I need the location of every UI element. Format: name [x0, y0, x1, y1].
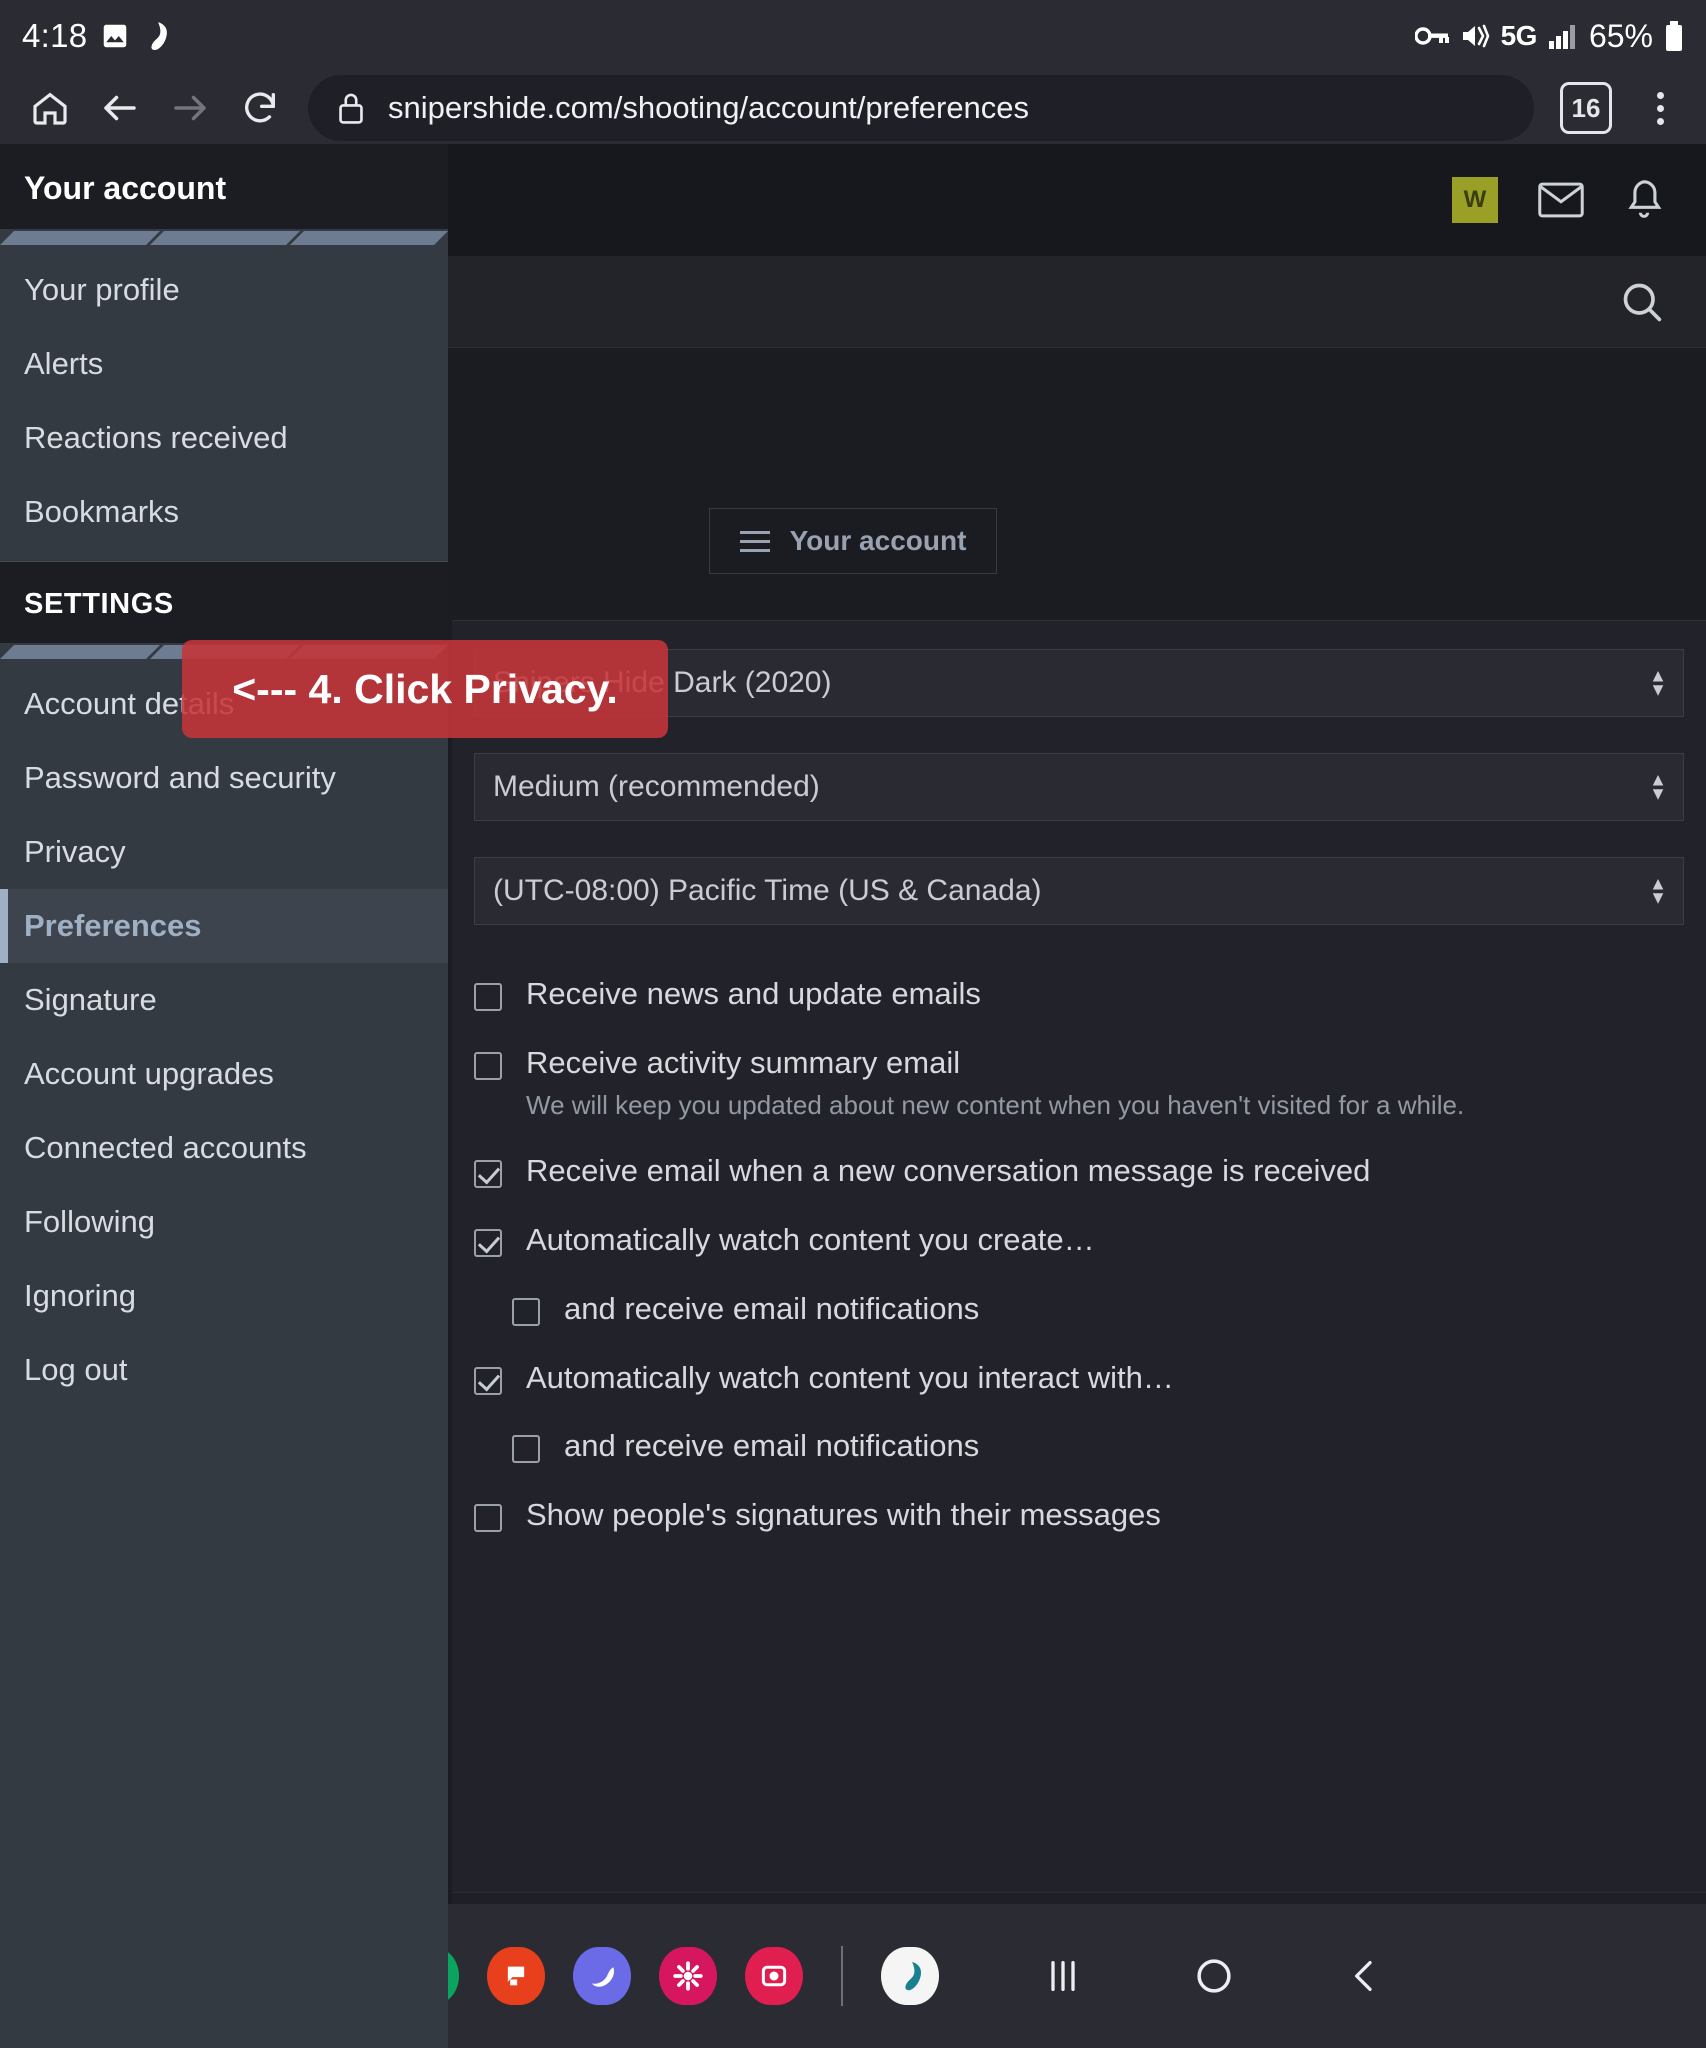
timezone-select-value: (UTC-08:00) Pacific Time (US & Canada) — [493, 874, 1042, 907]
search-icon[interactable] — [1620, 280, 1664, 324]
preference-checkbox-list: Receive news and update emails Receive ac… — [452, 961, 1706, 1535]
annotation-callout: <--- 4. Click Privacy. — [182, 640, 668, 738]
lock-icon — [336, 91, 366, 125]
drawer-item-connected-accounts[interactable]: Connected accounts — [0, 1111, 448, 1185]
drawer-account-title: Your account — [0, 144, 448, 229]
save-bar: SAVE — [452, 1892, 1706, 1904]
drawer-item-account-upgrades[interactable]: Account upgrades — [0, 1037, 448, 1111]
back-key[interactable] — [1345, 1956, 1385, 1996]
checkbox-label: Receive email when a new conversation me… — [526, 1153, 1371, 1189]
chevron-updown-icon: ▲ ▼ — [1649, 665, 1667, 699]
bell-icon[interactable] — [1624, 178, 1664, 222]
network-type-label: 5G — [1500, 20, 1538, 51]
checkbox-label: Show people's signatures with their mess… — [526, 1497, 1161, 1533]
checkbox-row[interactable]: and receive email notifications — [512, 1427, 1684, 1466]
browser-icon[interactable] — [573, 1947, 631, 2005]
checkbox-label: Automatically watch content you interact… — [526, 1359, 1174, 1395]
checkbox-label: Receive news and update emails — [526, 976, 981, 1011]
status-bar-left: 4:18 — [22, 17, 169, 55]
omnibox[interactable]: snipershide.com/shooting/account/prefere… — [308, 75, 1534, 141]
system-nav-keys — [1043, 1955, 1385, 1997]
messages-icon[interactable] — [487, 1947, 545, 2005]
url-text: snipershide.com/shooting/account/prefere… — [388, 90, 1030, 125]
status-bar-right: 5G 65% — [1414, 17, 1684, 55]
battery-icon — [1664, 21, 1684, 51]
photos-icon[interactable] — [659, 1947, 717, 2005]
chevron-updown-icon: ▲ ▼ — [1649, 769, 1667, 803]
drawer-account-list: Your profile Alerts Reactions received Book… — [0, 245, 448, 561]
checkbox-label: Automatically watch content you create… — [526, 1222, 1095, 1258]
chevron-updown-icon: ▲ ▼ — [1649, 873, 1667, 907]
checkbox-row[interactable]: Receive email when a new conversation me… — [474, 1152, 1684, 1191]
checkbox-row[interactable]: Receive activity summary email We will ke… — [474, 1044, 1684, 1123]
mail-icon[interactable] — [1538, 181, 1584, 219]
drawer-item-following[interactable]: Following — [0, 1185, 448, 1259]
content-density-field: Medium (recommended) ▲ ▼ — [452, 753, 1706, 821]
checkbox-row[interactable]: and receive email notifications — [512, 1290, 1684, 1329]
drawer-item-ignoring[interactable]: Ignoring — [0, 1259, 448, 1333]
surfshark-icon — [143, 21, 169, 51]
battery-percent-label: 65% — [1588, 17, 1653, 54]
drawer-item-log-out[interactable]: Log out — [0, 1333, 448, 1407]
image-icon — [100, 21, 130, 51]
home-button[interactable] — [18, 76, 82, 140]
your-account-button[interactable]: Your account — [708, 508, 998, 574]
drawer-item-preferences[interactable]: Preferences — [0, 889, 448, 963]
checkbox-row[interactable]: Automatically watch content you create… — [474, 1221, 1684, 1260]
drawer-item-bookmarks[interactable]: Bookmarks — [0, 475, 448, 549]
drawer-item-privacy[interactable]: Privacy — [0, 815, 448, 889]
reload-button[interactable] — [228, 76, 292, 140]
checkbox-checked-icon[interactable] — [474, 1160, 502, 1189]
checkbox-label: Receive activity summary email — [526, 1044, 961, 1080]
checkbox-row[interactable]: Automatically watch content you interact… — [474, 1359, 1684, 1398]
checkbox-unchecked-icon[interactable] — [474, 1504, 502, 1533]
preferences-form: Snipers Hide Dark (2020) ▲▼ Medium (reco… — [452, 620, 1706, 1904]
checkbox-checked-icon[interactable] — [474, 1366, 502, 1395]
drawer-item-alerts[interactable]: Alerts — [0, 327, 448, 401]
checkbox-checked-icon[interactable] — [474, 1229, 502, 1258]
menu-button[interactable] — [1632, 91, 1688, 125]
breadcrumb-label: Your account — [789, 525, 967, 556]
checkbox-label: and receive email notifications — [564, 1428, 980, 1464]
drawer-item-password-and-security[interactable]: Password and security — [0, 741, 448, 815]
home-key[interactable] — [1193, 1955, 1235, 1997]
signal-bars-icon — [1548, 23, 1578, 49]
forward-button[interactable] — [158, 76, 222, 140]
content-density-select[interactable]: Medium (recommended) ▲ ▼ — [474, 753, 1684, 821]
camera-icon[interactable] — [745, 1947, 803, 2005]
android-status-bar: 4:18 5G 65% — [0, 0, 1706, 72]
checkbox-description: We will keep you updated about new conte… — [526, 1089, 1465, 1120]
dock-divider — [841, 1946, 843, 2006]
drawer-item-your-profile[interactable]: Your profile — [0, 253, 448, 327]
drawer-item-signature[interactable]: Signature — [0, 963, 448, 1037]
recents-key[interactable] — [1043, 1956, 1083, 1996]
checkbox-label: and receive email notifications — [564, 1290, 980, 1326]
content-density-select-value: Medium (recommended) — [493, 770, 820, 803]
vpn-key-icon — [1414, 25, 1449, 47]
account-drawer: Your account Your profile Alerts Reactions… — [0, 144, 448, 2048]
tab-switcher-button[interactable]: 16 — [1560, 82, 1612, 134]
mute-vibrate-icon — [1460, 22, 1490, 50]
drawer-settings-title: SETTINGS — [0, 562, 448, 643]
checkbox-unchecked-icon[interactable] — [512, 1435, 540, 1464]
drawer-settings-list: Account details Password and security Priv… — [0, 659, 448, 2048]
surfshark-icon[interactable] — [881, 1947, 939, 2005]
timezone-select[interactable]: (UTC-08:00) Pacific Time (US & Canada) ▲… — [474, 857, 1684, 925]
hamburger-icon — [739, 530, 770, 552]
drawer-item-reactions-received[interactable]: Reactions received — [0, 401, 448, 475]
avatar[interactable]: W — [1452, 177, 1498, 223]
section-divider-stripe — [0, 231, 448, 245]
checkbox-row[interactable]: Show people's signatures with their mess… — [474, 1496, 1684, 1535]
timezone-field: (UTC-08:00) Pacific Time (US & Canada) ▲… — [452, 857, 1706, 925]
checkbox-unchecked-icon[interactable] — [474, 1051, 502, 1080]
checkbox-row[interactable]: Receive news and update emails — [474, 975, 1684, 1014]
checkbox-unchecked-icon[interactable] — [474, 983, 502, 1011]
browser-toolbar: snipershide.com/shooting/account/prefere… — [0, 72, 1706, 144]
checkbox-unchecked-icon[interactable] — [512, 1297, 540, 1326]
back-button[interactable] — [88, 76, 152, 140]
clock: 4:18 — [22, 17, 88, 54]
